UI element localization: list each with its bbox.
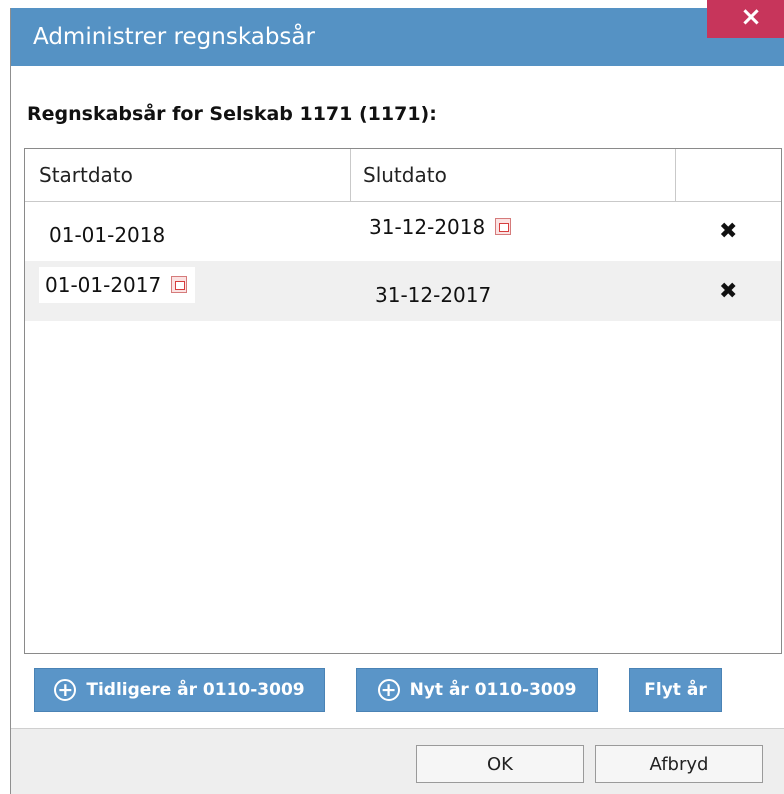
delete-row-icon[interactable]: ✖ xyxy=(719,279,737,304)
column-divider xyxy=(350,149,351,201)
fiscal-year-grid: Startdato Slutdato 01-01-2018 31-12-2018… xyxy=(24,148,782,654)
section-heading: Regnskabsår for Selskab 1171 (1171): xyxy=(27,103,437,125)
end-date-cell[interactable]: 31-12-2017 xyxy=(375,283,491,307)
column-header-startdato[interactable]: Startdato xyxy=(39,163,133,187)
start-date-cell[interactable]: 01-01-2018 xyxy=(49,223,165,247)
plus-icon: + xyxy=(377,679,400,701)
calendar-icon[interactable] xyxy=(495,218,512,235)
earlier-year-label: Tidligere år 0110-3009 xyxy=(86,680,305,700)
delete-row-icon[interactable]: ✖ xyxy=(719,219,737,244)
table-row[interactable]: 01-01-2017 31-12-2017 ✖ xyxy=(25,261,781,321)
new-year-button[interactable]: + Nyt år 0110-3009 xyxy=(356,668,598,712)
dialog: Administrer regnskabsår × Regnskabsår fo… xyxy=(10,0,784,794)
dialog-title: Administrer regnskabsår xyxy=(33,24,315,50)
title-bar: Administrer regnskabsår xyxy=(11,8,784,66)
calendar-icon[interactable] xyxy=(171,276,188,293)
new-year-label: Nyt år 0110-3009 xyxy=(409,680,577,700)
start-date-value[interactable]: 01-01-2017 xyxy=(45,273,161,297)
end-date-value[interactable]: 31-12-2018 xyxy=(369,215,485,239)
move-year-label: Flyt år xyxy=(644,680,707,700)
move-year-button[interactable]: Flyt år xyxy=(629,668,722,712)
table-row[interactable]: 01-01-2018 31-12-2018 ✖ xyxy=(25,201,781,261)
close-icon: × xyxy=(740,2,762,32)
ok-label: OK xyxy=(487,753,513,775)
ok-button[interactable]: OK xyxy=(416,745,584,783)
start-date-editor[interactable]: 01-01-2017 xyxy=(39,267,196,303)
grid-header: Startdato Slutdato xyxy=(25,149,781,202)
plus-icon: + xyxy=(54,679,77,701)
dialog-footer: OK Afbryd xyxy=(11,728,784,794)
cancel-button[interactable]: Afbryd xyxy=(595,745,763,783)
cancel-label: Afbryd xyxy=(649,753,709,775)
column-header-slutdato[interactable]: Slutdato xyxy=(363,163,447,187)
end-date-cell[interactable]: 31-12-2018 xyxy=(369,215,512,239)
column-divider xyxy=(675,149,676,201)
earlier-year-button[interactable]: + Tidligere år 0110-3009 xyxy=(34,668,325,712)
close-button[interactable]: × xyxy=(707,0,784,38)
